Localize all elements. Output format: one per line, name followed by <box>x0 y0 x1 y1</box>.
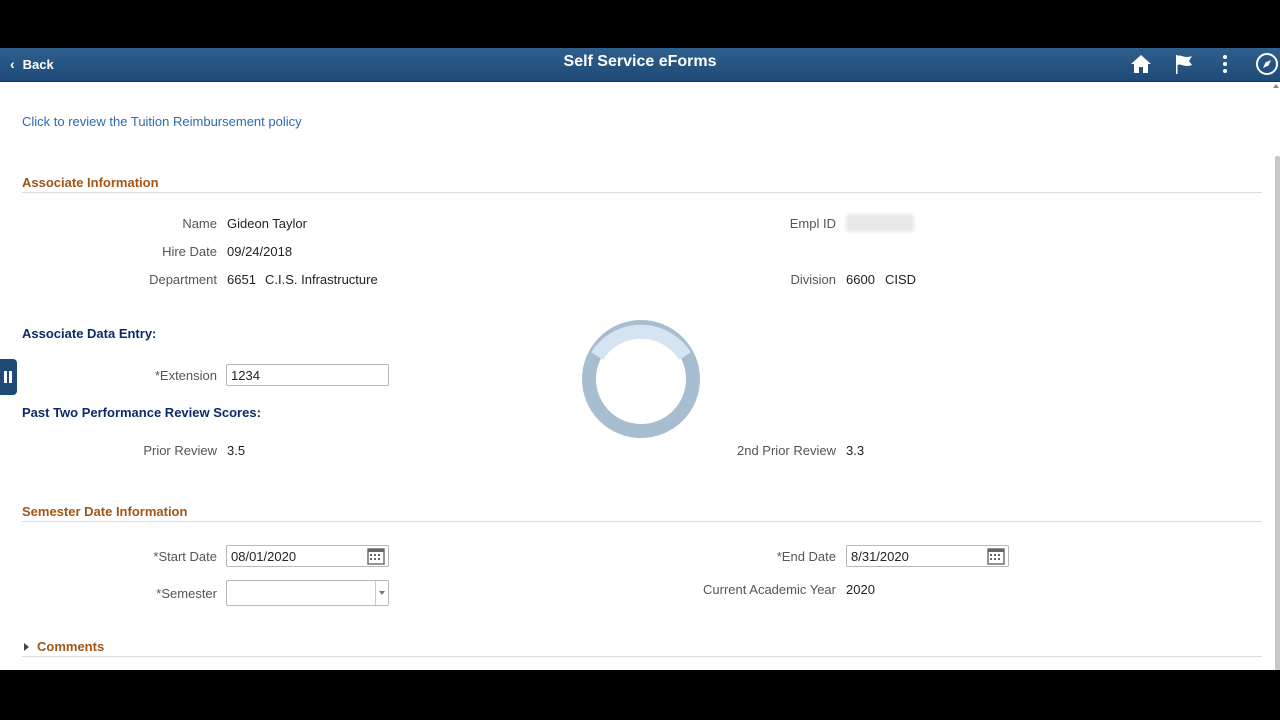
name-value: Gideon Taylor <box>227 216 307 231</box>
scroll-up-arrow-icon[interactable] <box>1273 84 1279 88</box>
loading-spinner-icon <box>580 318 702 440</box>
home-icon[interactable] <box>1129 52 1153 76</box>
page-title: Self Service eForms <box>563 53 717 70</box>
prior-review-label: Prior Review <box>143 443 217 458</box>
section-divider <box>22 521 1262 522</box>
extension-label: *Extension <box>154 368 217 383</box>
department-name: C.I.S. Infrastructure <box>265 272 378 287</box>
flag-icon[interactable] <box>1172 52 1196 76</box>
header-bar: ‹ Back Self Service eForms <box>0 48 1280 82</box>
performance-review-heading: Past Two Performance Review Scores: <box>22 405 261 420</box>
back-button[interactable]: ‹ Back <box>8 54 54 74</box>
side-panel-toggle[interactable] <box>0 359 17 395</box>
calendar-icon[interactable] <box>985 545 1007 567</box>
division-label: Division <box>790 272 836 287</box>
empl-id-label: Empl ID <box>789 216 836 231</box>
semester-select[interactable] <box>226 580 389 606</box>
department-code: 6651 <box>227 272 256 287</box>
tuition-policy-link[interactable]: Click to review the Tuition Reimbursemen… <box>22 114 302 129</box>
second-prior-review-value: 3.3 <box>846 443 865 458</box>
semester-label: *Semester <box>156 586 217 601</box>
comments-label: Comments <box>37 639 105 654</box>
app-window: ‹ Back Self Service eForms Click to revi… <box>0 48 1280 670</box>
section-divider <box>22 656 1262 657</box>
academic-year-value: 2020 <box>846 582 875 597</box>
empl-id-redacted <box>846 214 914 232</box>
end-date-label: *End Date <box>776 549 836 564</box>
name-label: Name <box>182 216 217 231</box>
semester-date-heading: Semester Date Information <box>22 504 188 519</box>
calendar-icon[interactable] <box>365 545 387 567</box>
prior-review-value: 3.5 <box>227 443 246 458</box>
pause-bar-icon <box>9 371 12 383</box>
vertical-scrollbar[interactable] <box>1275 156 1280 670</box>
expand-arrow-icon <box>24 642 29 651</box>
division-code: 6600 <box>846 272 875 287</box>
division-name: CISD <box>885 272 917 287</box>
chevron-left-icon: ‹ <box>10 56 15 72</box>
start-date-label: *Start Date <box>153 549 217 564</box>
back-label: Back <box>22 56 54 72</box>
extension-input[interactable] <box>226 364 389 386</box>
compass-icon[interactable] <box>1255 52 1279 76</box>
chevron-down-icon[interactable] <box>375 581 388 605</box>
more-vertical-icon[interactable] <box>1213 52 1237 76</box>
hire-date-label: Hire Date <box>162 244 217 259</box>
section-divider <box>22 192 1262 193</box>
associate-information-heading: Associate Information <box>22 175 159 190</box>
second-prior-review-label: 2nd Prior Review <box>737 443 836 458</box>
comments-toggle[interactable]: Comments <box>24 639 104 654</box>
academic-year-label: Current Academic Year <box>703 582 836 597</box>
associate-data-entry-heading: Associate Data Entry: <box>22 326 157 341</box>
pause-bar-icon <box>4 371 7 383</box>
department-label: Department <box>149 272 217 287</box>
hire-date-value: 09/24/2018 <box>227 244 293 259</box>
